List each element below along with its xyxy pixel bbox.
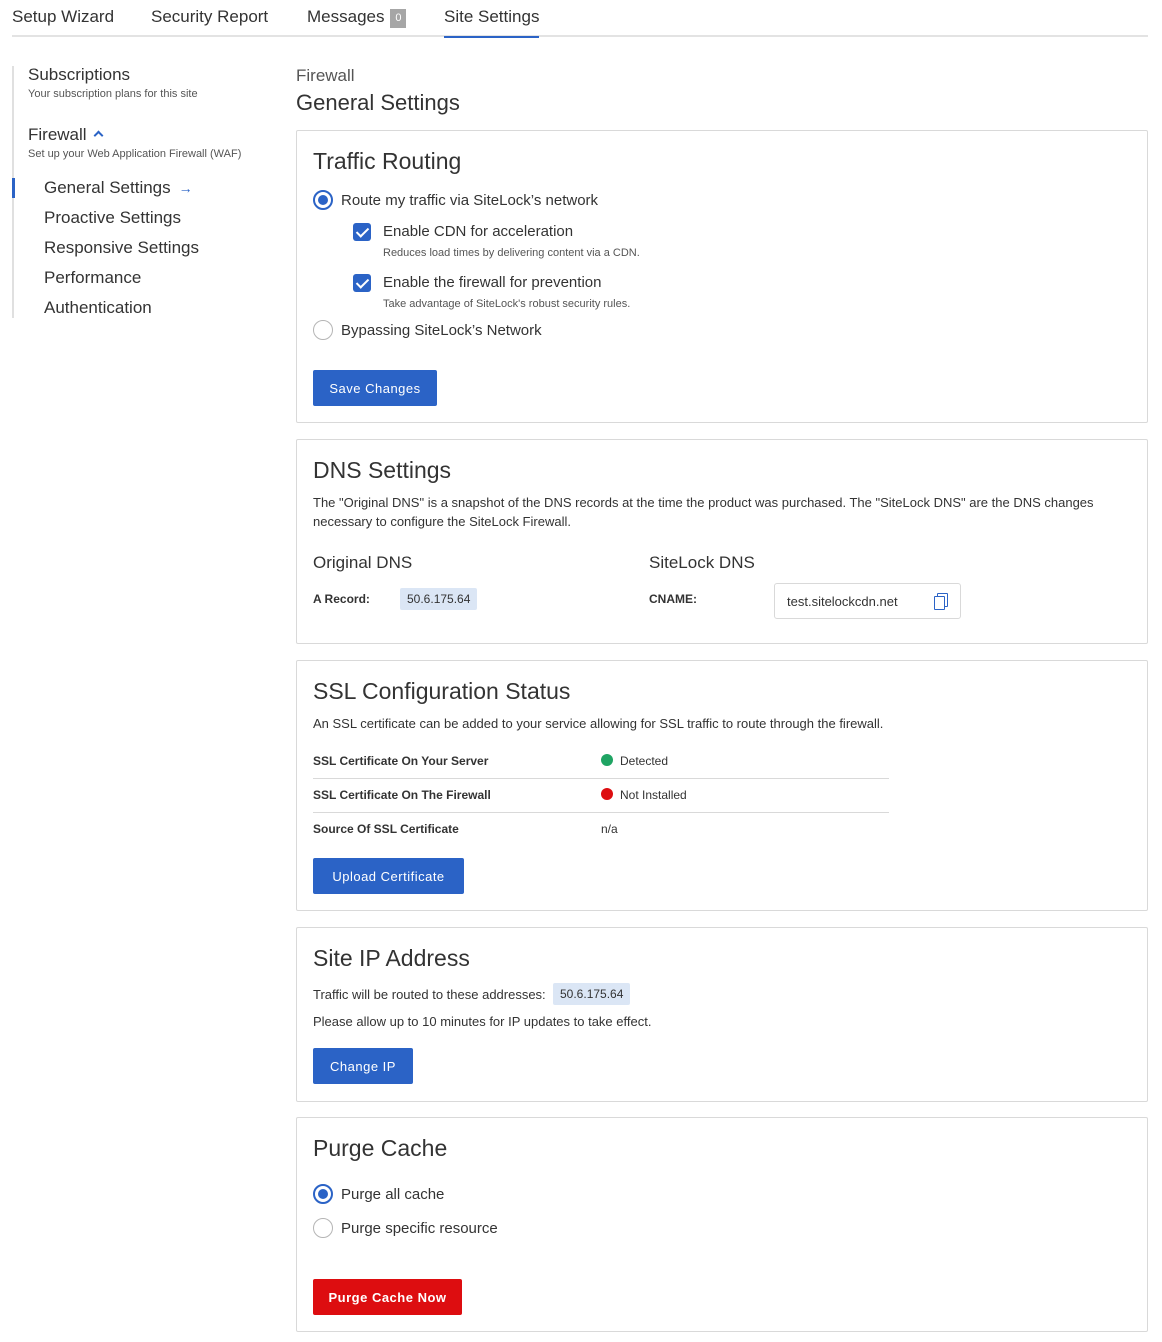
routed-addresses-text: Traffic will be routed to these addresse…	[313, 987, 546, 1002]
card-title: DNS Settings	[313, 457, 452, 483]
cname-label: CNAME:	[649, 592, 697, 606]
enable-firewall-checkbox[interactable]	[353, 274, 371, 292]
sidebar-item-performance[interactable]: Performance	[44, 268, 141, 288]
page-title: General Settings	[296, 90, 460, 115]
save-changes-button[interactable]: Save Changes	[313, 370, 437, 406]
breadcrumb: Firewall	[296, 66, 355, 85]
route-via-network-label: Route my traffic via SiteLock’s network	[341, 192, 599, 209]
ssl-row-value: Detected	[601, 754, 668, 768]
enable-firewall-label: Enable the firewall for prevention	[383, 274, 602, 291]
sidebar-item-subscriptions[interactable]: Subscriptions	[28, 65, 130, 85]
ssl-row-server: SSL Certificate On Your Server Detected	[313, 745, 889, 779]
arrow-right-icon: →	[178, 180, 193, 196]
enable-firewall-hint: Take advantage of SiteLock's robust secu…	[383, 298, 631, 310]
traffic-routing-card: Traffic Routing Route my traffic via Sit…	[296, 130, 1148, 423]
site-ip-value: 50.6.175.64	[553, 983, 631, 1005]
change-ip-button[interactable]: Change IP	[313, 1048, 413, 1084]
ssl-configuration-card: SSL Configuration Status An SSL certific…	[296, 660, 1148, 911]
ssl-row-key: SSL Certificate On The Firewall	[313, 788, 491, 802]
purge-all-radio[interactable]	[313, 1184, 333, 1204]
sidebar-subscriptions-description: Your subscription plans for this site	[28, 88, 198, 100]
ssl-status-text: Not Installed	[620, 788, 687, 802]
original-dns-heading: Original DNS	[313, 553, 413, 572]
ssl-row-key: Source Of SSL Certificate	[313, 822, 459, 836]
site-ip-card: Site IP Address Traffic will be routed t…	[296, 927, 1148, 1102]
card-title: Site IP Address	[313, 945, 470, 971]
copy-icon[interactable]	[934, 593, 948, 610]
status-dot-green-icon	[601, 754, 613, 766]
tab-label: Messages	[307, 7, 385, 26]
messages-count-badge: 0	[390, 9, 407, 28]
enable-cdn-checkbox[interactable]	[353, 223, 371, 241]
upload-certificate-button[interactable]: Upload Certificate	[313, 858, 464, 894]
tab-label: Security Report	[151, 7, 269, 26]
active-indicator	[12, 178, 15, 198]
purge-cache-now-button[interactable]: Purge Cache Now	[313, 1279, 462, 1315]
tab-site-settings[interactable]: Site Settings	[444, 7, 540, 38]
tab-messages[interactable]: Messages 0	[307, 7, 407, 37]
sidebar-firewall-description: Set up your Web Application Firewall (WA…	[28, 148, 242, 160]
top-tab-bar: Setup Wizard Security Report Messages 0 S…	[12, 0, 1148, 38]
sidebar-item-general-settings[interactable]: General Settings →	[44, 178, 193, 198]
cname-value: test.sitelockcdn.net	[787, 594, 898, 609]
ssl-description: An SSL certificate can be added to your …	[313, 716, 884, 731]
dns-description: The "Original DNS" is a snapshot of the …	[313, 495, 1094, 529]
tab-label: Setup Wizard	[12, 7, 115, 26]
bypass-network-radio[interactable]	[313, 320, 333, 340]
a-record-label: A Record:	[313, 592, 370, 606]
ssl-row-firewall: SSL Certificate On The Firewall Not Inst…	[313, 779, 889, 813]
sidebar-item-responsive-settings[interactable]: Responsive Settings	[44, 238, 199, 258]
card-title: Purge Cache	[313, 1135, 448, 1161]
route-via-network-radio[interactable]	[313, 190, 333, 210]
purge-cache-card: Purge Cache Purge all cache Purge specif…	[296, 1117, 1148, 1332]
purge-all-label: Purge all cache	[341, 1186, 445, 1203]
ssl-row-value: Not Installed	[601, 788, 687, 802]
tab-label: Site Settings	[444, 7, 540, 26]
sidebar-item-proactive-settings[interactable]: Proactive Settings	[44, 208, 181, 228]
enable-cdn-label: Enable CDN for acceleration	[383, 223, 574, 240]
sidebar-item-authentication[interactable]: Authentication	[44, 298, 152, 318]
tab-setup-wizard[interactable]: Setup Wizard	[12, 7, 114, 37]
purge-specific-radio[interactable]	[313, 1218, 333, 1238]
ssl-row-key: SSL Certificate On Your Server	[313, 754, 489, 768]
ssl-row-value: n/a	[601, 822, 618, 836]
sidebar-item-firewall[interactable]: Firewall	[28, 125, 104, 145]
sidebar-firewall-label: Firewall	[28, 125, 87, 144]
enable-cdn-hint: Reduces load times by delivering content…	[383, 247, 640, 259]
tab-security-report[interactable]: Security Report	[151, 7, 268, 37]
status-dot-red-icon	[601, 788, 613, 800]
purge-specific-label: Purge specific resource	[341, 1220, 498, 1237]
ssl-row-source: Source Of SSL Certificate n/a	[313, 813, 889, 847]
sidebar-item-label: General Settings	[44, 178, 171, 197]
card-title: Traffic Routing	[313, 148, 462, 174]
card-title: SSL Configuration Status	[313, 678, 571, 704]
dns-settings-card: DNS Settings The "Original DNS" is a sna…	[296, 439, 1148, 644]
cname-field: test.sitelockcdn.net	[774, 583, 961, 619]
bypass-network-label: Bypassing SiteLock’s Network	[341, 322, 542, 339]
ssl-status-text: Detected	[620, 754, 669, 768]
a-record-value: 50.6.175.64	[400, 588, 478, 610]
ip-update-note: Please allow up to 10 minutes for IP upd…	[313, 1014, 652, 1029]
sidebar-nav: Subscriptions Your subscription plans fo…	[12, 65, 262, 318]
chevron-up-icon	[93, 130, 104, 141]
sitelock-dns-heading: SiteLock DNS	[649, 553, 755, 572]
